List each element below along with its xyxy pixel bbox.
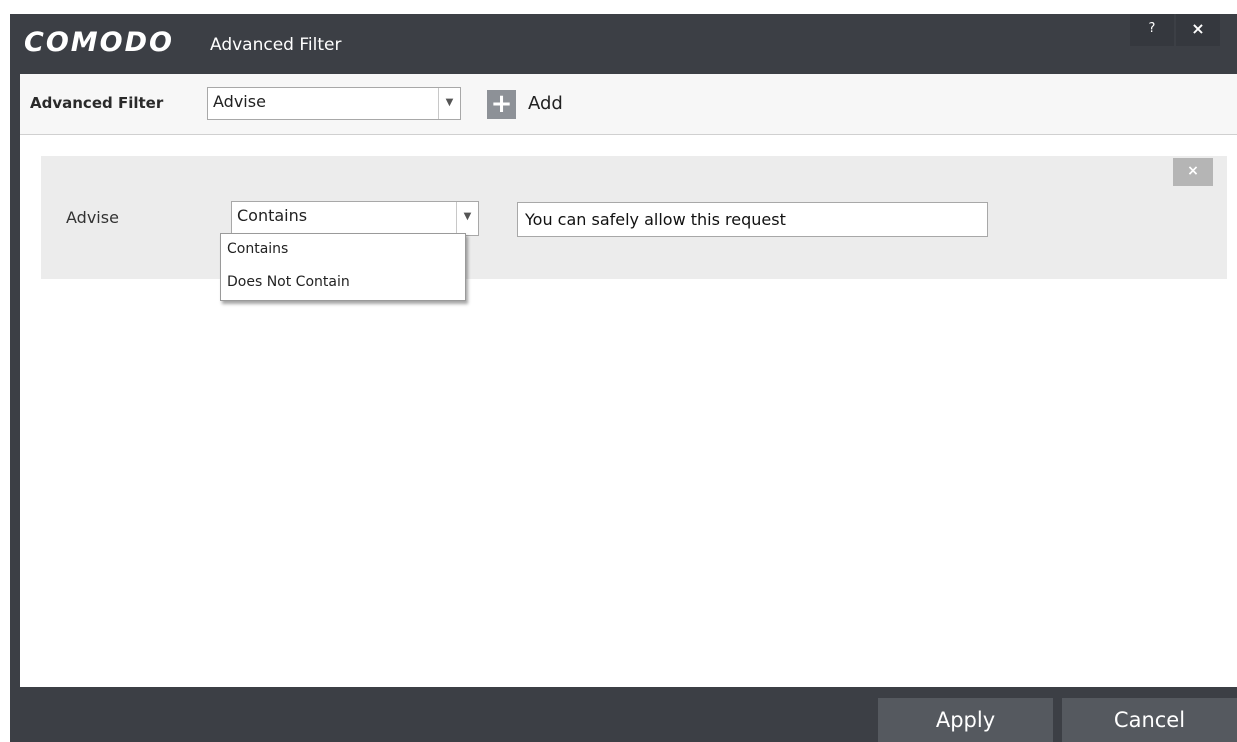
operator-select[interactable]: Contains ▼ bbox=[231, 201, 479, 236]
window-title: Advanced Filter bbox=[210, 35, 342, 55]
close-window-button[interactable]: × bbox=[1176, 14, 1220, 46]
add-filter-button[interactable]: Add bbox=[528, 93, 563, 114]
filter-field-value: Advise bbox=[213, 92, 266, 111]
chevron-down-icon[interactable]: ▼ bbox=[438, 88, 460, 119]
plus-icon[interactable]: + bbox=[487, 90, 516, 119]
cancel-button[interactable]: Cancel bbox=[1062, 698, 1237, 742]
dropdown-option-contains[interactable]: Contains bbox=[227, 241, 288, 257]
help-button[interactable]: ? bbox=[1130, 14, 1174, 46]
dropdown-option-does-not-contain[interactable]: Does Not Contain bbox=[227, 274, 350, 290]
filter-field-select[interactable]: Advise ▼ bbox=[207, 87, 461, 120]
title-bar: COMODO Advanced Filter ? × bbox=[10, 14, 1237, 74]
rule-field-label: Advise bbox=[66, 208, 119, 227]
apply-button[interactable]: Apply bbox=[878, 698, 1053, 742]
remove-rule-button[interactable]: × bbox=[1173, 158, 1213, 186]
dialog-content: Advanced Filter Advise ▼ + Add × Advise … bbox=[20, 74, 1237, 687]
advanced-filter-label: Advanced Filter bbox=[30, 94, 164, 112]
filter-toolbar: Advanced Filter Advise ▼ + Add bbox=[20, 74, 1237, 135]
chevron-down-icon[interactable]: ▼ bbox=[456, 202, 478, 235]
operator-dropdown-list: Contains Does Not Contain bbox=[220, 233, 466, 301]
rule-value-input[interactable] bbox=[517, 202, 988, 237]
filter-rule-panel: × Advise Contains ▼ bbox=[41, 156, 1227, 279]
footer-bar: Apply Cancel bbox=[10, 687, 1237, 742]
operator-value: Contains bbox=[237, 206, 308, 225]
advanced-filter-window: COMODO Advanced Filter ? × Advanced Filt… bbox=[10, 14, 1237, 742]
comodo-logo: COMODO bbox=[24, 27, 174, 58]
